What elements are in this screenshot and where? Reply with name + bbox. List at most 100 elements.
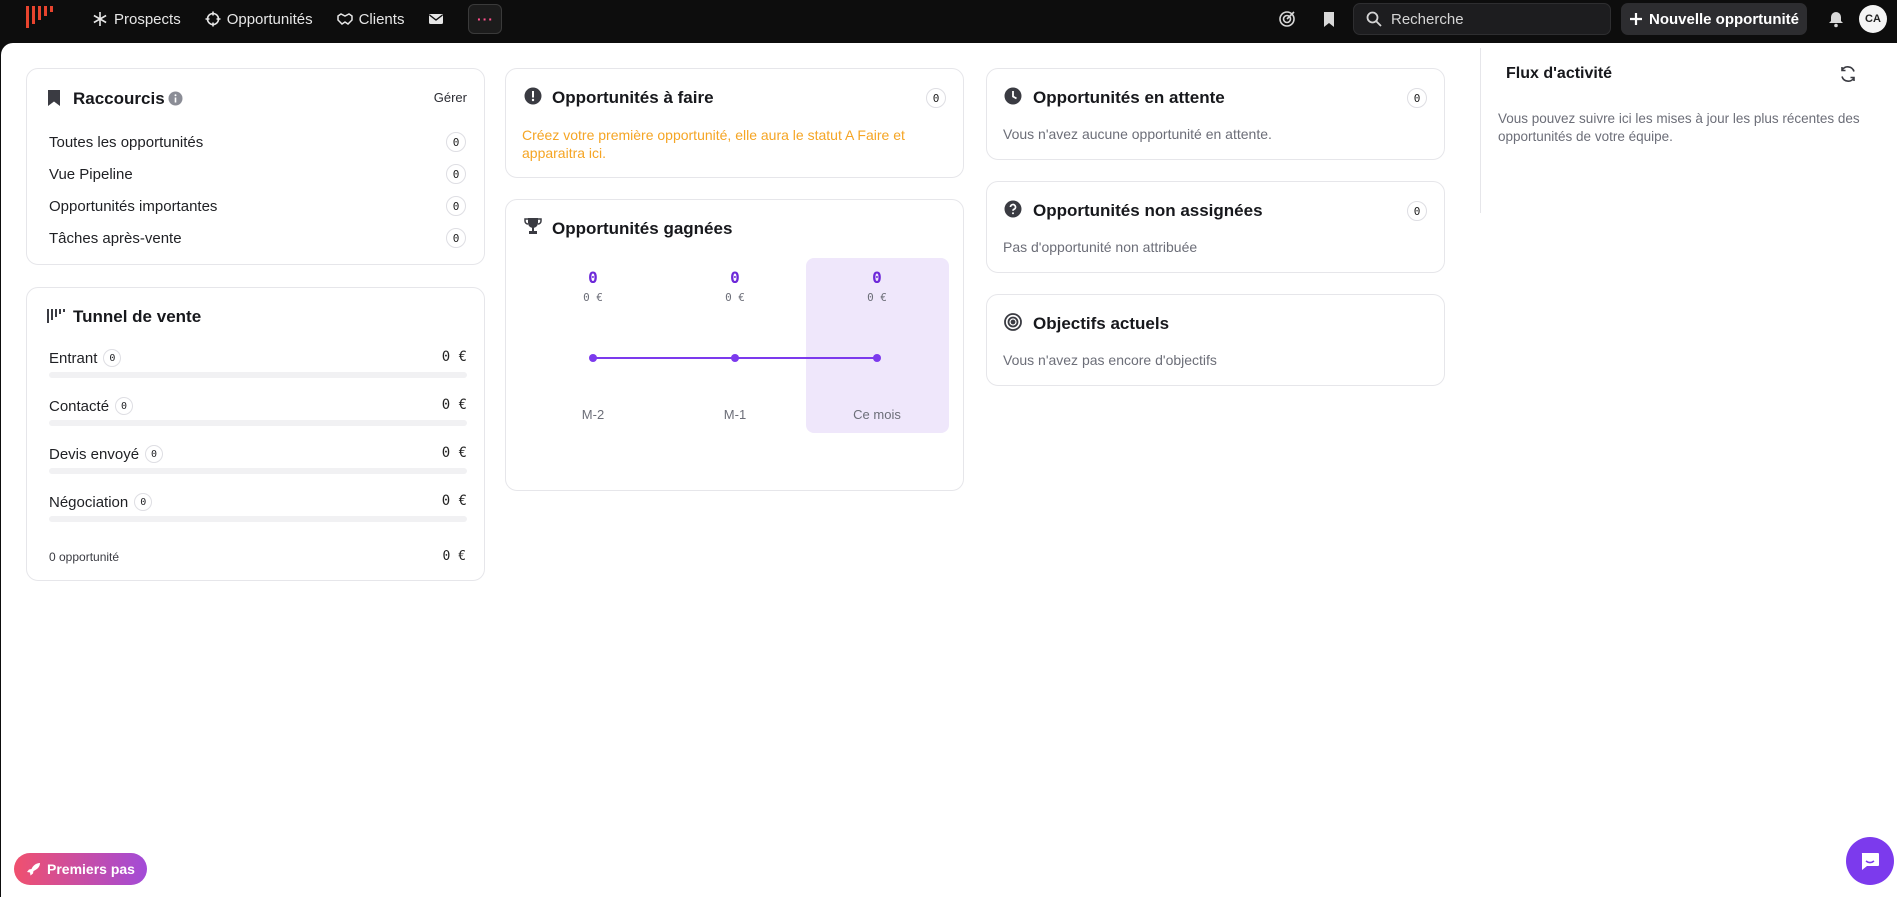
unassigned-opportunities-count: 0 — [1407, 201, 1427, 221]
funnel-stage-amount: 0 € — [441, 445, 467, 461]
getting-started-button[interactable]: Premiers pas — [14, 853, 147, 885]
new-opportunity-button[interactable]: Nouvelle opportunité — [1621, 3, 1807, 35]
shortcut-item[interactable]: Tâches après-vente 0 — [49, 227, 469, 249]
shortcut-count: 0 — [446, 228, 466, 248]
pending-opportunities-card: Opportunités en attente 0 Vous n'avez au… — [986, 68, 1445, 160]
unassigned-opportunities-card: Opportunités non assignées 0 Pas d'oppor… — [986, 181, 1445, 273]
nav-prospects-label: Prospects — [114, 10, 181, 28]
main-nav: Prospects Opportunités Clients ··· — [80, 0, 503, 38]
new-opportunity-label: Nouvelle opportunité — [1649, 10, 1799, 28]
funnel-stage-count: 0 — [145, 445, 164, 463]
shortcuts-title: Raccourcis — [73, 89, 165, 108]
current-objectives-title: Objectifs actuels — [1033, 314, 1170, 333]
snowflake-icon — [93, 12, 107, 26]
todo-opportunities-title: Opportunités à faire — [552, 88, 714, 107]
funnel-stage-bar — [49, 420, 467, 426]
app-logo[interactable] — [26, 6, 56, 32]
search-placeholder: Recherche — [1391, 10, 1464, 28]
funnel-stage-bar — [49, 516, 467, 522]
nav-opportunities[interactable]: Opportunités — [193, 0, 325, 38]
activity-feed-title: Flux d'activité — [1506, 65, 1613, 82]
search-input[interactable]: Recherche — [1353, 3, 1611, 35]
user-avatar[interactable]: CA — [1859, 5, 1887, 33]
won-month-label: M-2 — [581, 407, 605, 422]
funnel-bars-icon — [47, 309, 65, 323]
pending-opportunities-count: 0 — [1407, 88, 1427, 108]
unassigned-opportunities-message: Pas d'opportunité non attribuée — [1003, 239, 1198, 255]
crosshair-icon — [205, 11, 221, 27]
nav-mail[interactable] — [416, 0, 456, 38]
mail-icon — [429, 14, 444, 24]
target-icon — [1004, 313, 1022, 331]
dashboard: Raccourcis Gérer Toutes les opportunités… — [1, 43, 1897, 897]
handshake-icon — [336, 13, 353, 25]
funnel-stage-label: Contacté — [49, 397, 110, 415]
shortcut-item[interactable]: Opportunités importantes 0 — [49, 195, 469, 217]
won-point-m1 — [731, 354, 739, 362]
won-opportunities-card: Opportunités gagnées 0 0 € 0 0 € 0 0 € M… — [505, 199, 964, 491]
pending-opportunities-message: Vous n'avez aucune opportunité en attent… — [1003, 126, 1272, 142]
top-bar: Prospects Opportunités Clients ··· Reche… — [0, 0, 1897, 43]
sales-funnel-title: Tunnel de vente — [73, 307, 202, 326]
chat-support-button[interactable] — [1846, 837, 1894, 885]
won-point-current — [873, 354, 881, 362]
funnel-stage-label-wrap: Contacté 0 — [49, 397, 134, 415]
bookmark-icon — [48, 90, 60, 106]
search-icon — [1366, 11, 1382, 27]
funnel-total-label: 0 opportunité — [49, 550, 120, 564]
activity-feed-message: Vous pouvez suivre ici les mises à jour … — [1498, 111, 1860, 144]
manage-shortcuts-link[interactable]: Gérer — [434, 90, 467, 105]
shortcut-label: Opportunités importantes — [49, 197, 218, 215]
shortcut-count: 0 — [446, 164, 466, 184]
shortcuts-card: Raccourcis Gérer Toutes les opportunités… — [26, 68, 485, 265]
pending-opportunities-title: Opportunités en attente — [1033, 88, 1225, 107]
current-objectives-message: Vous n'avez pas encore d'objectifs — [1003, 352, 1217, 368]
activity-feed-panel: Flux d'activité Vous pouvez suivre ici l… — [1480, 48, 1896, 213]
funnel-stage-amount: 0 € — [441, 493, 467, 509]
todo-opportunities-count: 0 — [926, 88, 946, 108]
shortcut-count: 0 — [446, 196, 466, 216]
funnel-stage-label-wrap: Entrant 0 — [49, 349, 122, 367]
funnel-stage-label: Négociation — [49, 493, 129, 511]
won-point-m2 — [589, 354, 597, 362]
funnel-stage-bar — [49, 372, 467, 378]
funnel-stage-amount: 0 € — [441, 397, 467, 413]
won-month-label: Ce mois — [853, 407, 901, 422]
shortcut-item[interactable]: Toutes les opportunités 0 — [49, 131, 469, 153]
sales-funnel-card: Tunnel de vente Entrant 0 0 € Contacté 0 0… — [26, 287, 485, 581]
shortcut-count: 0 — [446, 132, 466, 152]
todo-opportunities-message: Créez votre première opportunité, elle a… — [522, 127, 905, 161]
info-icon[interactable] — [168, 91, 183, 106]
shortcut-label: Tâches après-vente — [49, 229, 182, 247]
target-arrow-icon[interactable] — [1278, 10, 1296, 28]
refresh-icon[interactable] — [1839, 65, 1857, 83]
bookmark-icon[interactable] — [1320, 10, 1338, 28]
clock-icon — [1004, 87, 1022, 105]
nav-prospects[interactable]: Prospects — [80, 0, 193, 38]
funnel-stage-label-wrap: Négociation 0 — [49, 493, 153, 511]
nav-opportunities-label: Opportunités — [226, 10, 313, 28]
rocket-icon — [27, 862, 41, 875]
alert-circle-icon — [524, 87, 542, 105]
won-month-label: M-1 — [723, 407, 747, 422]
funnel-stage-label: Entrant — [49, 349, 98, 367]
shortcut-label: Toutes les opportunités — [49, 133, 204, 151]
getting-started-label: Premiers pas — [47, 861, 135, 877]
funnel-stage-count: 0 — [134, 493, 153, 511]
unassigned-opportunities-title: Opportunités non assignées — [1033, 201, 1263, 220]
more-dots-icon: ··· — [476, 11, 494, 27]
shortcut-label: Vue Pipeline — [49, 165, 133, 183]
plus-icon — [1630, 13, 1642, 25]
funnel-stage-label: Devis envoyé — [49, 445, 140, 463]
current-objectives-card: Objectifs actuels Vous n'avez pas encore… — [986, 294, 1445, 386]
funnel-stage-bar — [49, 468, 467, 474]
won-trend-line — [589, 354, 881, 362]
todo-opportunities-card: Opportunités à faire 0 Créez votre premi… — [505, 68, 964, 178]
bell-icon[interactable] — [1827, 10, 1845, 28]
question-circle-icon — [1004, 200, 1022, 218]
shortcut-item[interactable]: Vue Pipeline 0 — [49, 163, 469, 185]
nav-clients[interactable]: Clients — [325, 0, 417, 38]
chat-icon — [1861, 853, 1879, 870]
funnel-stage-amount: 0 € — [441, 349, 467, 365]
more-menu-button[interactable]: ··· — [468, 4, 503, 34]
